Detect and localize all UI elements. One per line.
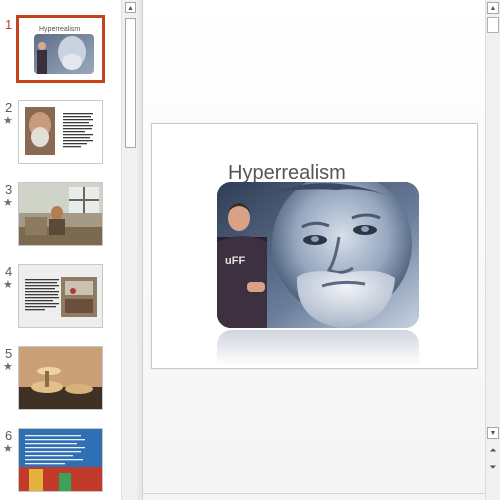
animation-star-icon: ★: [3, 443, 13, 455]
animation-star-icon: ★: [3, 115, 13, 127]
slide-number: 3: [5, 182, 13, 197]
animation-star-icon: ★: [3, 361, 13, 373]
main-vertical-scrollbar[interactable]: ▲ ▼ ⏶ ⏷: [485, 0, 500, 500]
thumbnail-content: [25, 107, 93, 155]
slide-thumbnail-1[interactable]: Hyperrealism: [16, 15, 105, 83]
thumbnail-row-4[interactable]: 4 ★: [0, 264, 121, 334]
slide-thumbnail-4[interactable]: [18, 264, 103, 328]
thumbnail-content: [19, 429, 102, 491]
thumbnail-content: [19, 183, 102, 245]
thumbnail-row-1[interactable]: 1 Hyperrealism: [0, 15, 121, 87]
slide-number: 4: [5, 264, 13, 279]
slide-thumbnail-2[interactable]: [18, 100, 103, 164]
thumbnail-content: [25, 277, 97, 317]
svg-text:uFF: uFF: [225, 255, 245, 267]
scroll-up-arrow-icon[interactable]: ▲: [487, 2, 499, 14]
slide-number: 5: [5, 346, 13, 361]
slide-thumbnail-6[interactable]: [18, 428, 103, 492]
slide-number: 2: [5, 100, 13, 115]
notes-pane-divider[interactable]: [143, 493, 485, 494]
slide-photo[interactable]: uFF: [217, 182, 419, 328]
thumbnail-row-3[interactable]: 3 ★: [0, 182, 121, 252]
photo-reflection-image: [217, 330, 419, 366]
animation-star-icon: ★: [3, 279, 13, 291]
slide-thumbnail-pane: 1 Hyperrealism 2 ★ 3 ★ 4 ★ 5 ★ 6 ★: [0, 0, 121, 500]
next-slide-icon[interactable]: ⏷: [487, 460, 499, 474]
animation-star-icon: ★: [3, 197, 13, 209]
slide-number: 6: [5, 428, 13, 443]
scroll-up-arrow-icon[interactable]: ▲: [125, 2, 136, 13]
slide-editing-area: Hyperrealism uFF: [143, 0, 485, 500]
thumbnail-title: Hyperrealism: [39, 26, 81, 33]
thumbnail-photo: [34, 34, 94, 74]
thumbnail-content: [19, 347, 102, 409]
slide-thumbnail-3[interactable]: [18, 182, 103, 246]
scroll-down-arrow-icon[interactable]: ▼: [487, 427, 499, 439]
slide-thumbnail-5[interactable]: [18, 346, 103, 410]
slide-photo-reflection: [217, 330, 419, 366]
thumbnail-row-2[interactable]: 2 ★: [0, 100, 121, 170]
scrollbar-thumb[interactable]: [125, 18, 136, 148]
scrollbar-thumb[interactable]: [487, 17, 499, 33]
slide-canvas[interactable]: Hyperrealism uFF: [151, 123, 478, 369]
previous-slide-icon[interactable]: ⏶: [487, 443, 499, 457]
thumbnail-row-5[interactable]: 5 ★: [0, 346, 121, 416]
thumbnail-scrollbar[interactable]: ▲: [121, 0, 138, 500]
hyperrealism-painting-image: uFF: [217, 182, 419, 328]
thumbnail-row-6[interactable]: 6 ★: [0, 428, 121, 498]
